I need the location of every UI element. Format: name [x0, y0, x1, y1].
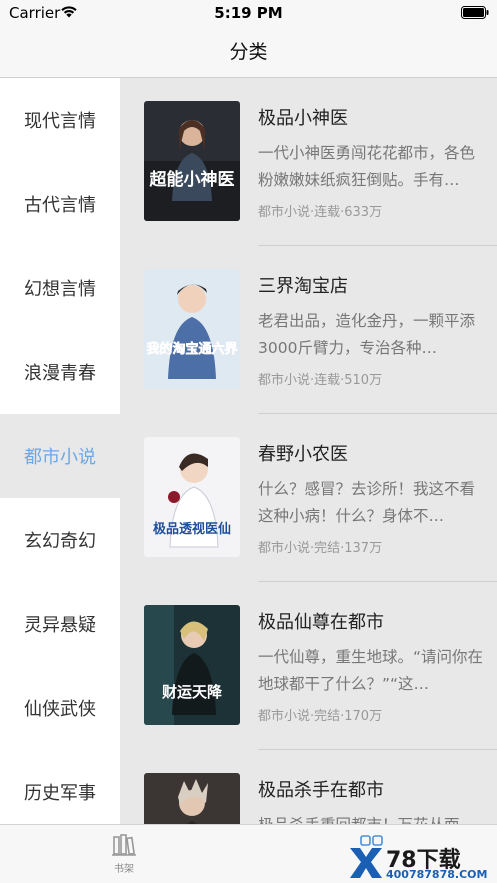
status-bar: Carrier 5:19 PM	[0, 0, 497, 26]
navigation-bar: 分类	[0, 26, 497, 78]
book-title: 极品小神医	[258, 108, 348, 129]
list-item[interactable]: 超能小神医 极品小神医 一代小神医勇闯花花都市，各色粉嫩嫩妹纸疯狂倒贴。手有… …	[120, 78, 497, 246]
clock: 5:19 PM	[214, 4, 283, 22]
sidebar-item-wuxia[interactable]: 仙侠武侠	[0, 666, 120, 750]
cover-title: 我的淘宝通六界	[146, 341, 237, 357]
book-list[interactable]: 超能小神医 极品小神医 一代小神医勇闯花花都市，各色粉嫩嫩妹纸疯狂倒贴。手有… …	[120, 78, 497, 824]
book-title: 三界淘宝店	[258, 276, 348, 297]
sidebar-item-suspense[interactable]: 灵异悬疑	[0, 582, 120, 666]
cover-title: 财运天降	[162, 683, 223, 701]
list-item[interactable]: 我的淘宝通六界 三界淘宝店 老君出品，造化金丹，一颗平添3000斤臂力，专治各种…	[120, 246, 497, 414]
sidebar-item-urban[interactable]: 都市小说	[0, 414, 120, 498]
book-title: 极品杀手在都市	[258, 780, 384, 801]
book-description: 一代小神医勇闯花花都市，各色粉嫩嫩妹纸疯狂倒贴。手有…	[258, 144, 476, 189]
sidebar-item-xuanhuan[interactable]: 玄幻奇幻	[0, 498, 120, 582]
sidebar-item-label: 古代言情	[24, 195, 96, 216]
page-title: 分类	[229, 41, 268, 63]
book-meta: 都市小说·完结·137万	[258, 541, 383, 556]
book-description: 老君出品，造化金丹，一颗平添3000斤臂力，专治各种…	[258, 312, 476, 357]
sidebar-item-ancient-romance[interactable]: 古代言情	[0, 162, 120, 246]
category-sidebar[interactable]: 现代言情 古代言情 幻想言情 浪漫青春 都市小说 玄幻奇幻 灵异悬疑 仙侠武侠 …	[0, 78, 120, 834]
book-title: 极品仙尊在都市	[258, 612, 384, 633]
list-item[interactable]: 极品杀手在都市 极品杀手重回都市！万花丛面…	[120, 750, 497, 824]
book-cover	[144, 773, 240, 824]
book-cover: 我的淘宝通六界	[144, 269, 240, 389]
tab-bookshelf[interactable]: 书架	[104, 833, 144, 879]
book-cover: 超能小神医	[144, 101, 240, 221]
battery-icon	[461, 6, 489, 19]
sidebar-item-label: 灵异悬疑	[24, 615, 96, 636]
cover-title: 超能小神医	[150, 169, 235, 190]
sidebar-item-label: 玄幻奇幻	[24, 531, 96, 552]
book-title: 春野小农医	[258, 444, 348, 465]
sidebar-item-modern-romance[interactable]: 现代言情	[0, 78, 120, 162]
book-cover: 极品透视医仙	[144, 437, 240, 557]
watermark-logo: 78下载 400787878.COM	[346, 842, 496, 882]
book-description: 什么？感冒？去诊所！我这不看这种小病！什么？身体不…	[258, 480, 476, 525]
sidebar-item-history[interactable]: 历史军事	[0, 750, 120, 834]
sidebar-item-label: 幻想言情	[24, 279, 96, 300]
watermark-url: 400787878.COM	[386, 868, 488, 881]
sidebar-item-label: 都市小说	[24, 447, 96, 468]
sidebar-item-label: 历史军事	[24, 783, 96, 804]
sidebar-item-fantasy-romance[interactable]: 幻想言情	[0, 246, 120, 330]
book-meta: 都市小说·完结·170万	[258, 709, 383, 724]
watermark-x-icon	[350, 848, 382, 878]
sidebar-item-label: 现代言情	[24, 111, 96, 132]
bookshelf-icon	[112, 834, 136, 856]
list-item[interactable]: 财运天降 极品仙尊在都市 一代仙尊，重生地球。“请问你在地球都干了什么？”“这……	[120, 582, 497, 750]
list-item[interactable]: 极品透视医仙 春野小农医 什么？感冒？去诊所！我这不看这种小病！什么？身体不… …	[120, 414, 497, 582]
cover-title: 极品透视医仙	[153, 521, 231, 537]
book-meta: 都市小说·连载·510万	[258, 373, 383, 388]
sidebar-item-youth[interactable]: 浪漫青春	[0, 330, 120, 414]
book-description: 极品杀手重回都市！万花丛面…	[258, 812, 484, 824]
book-cover: 财运天降	[144, 605, 240, 725]
sidebar-item-label: 浪漫青春	[24, 363, 96, 384]
tab-label: 书架	[114, 864, 134, 875]
book-meta: 都市小说·连载·633万	[258, 205, 383, 220]
book-description: 一代仙尊，重生地球。“请问你在地球都干了什么？”“这…	[258, 648, 484, 693]
sidebar-item-label: 仙侠武侠	[24, 699, 96, 720]
